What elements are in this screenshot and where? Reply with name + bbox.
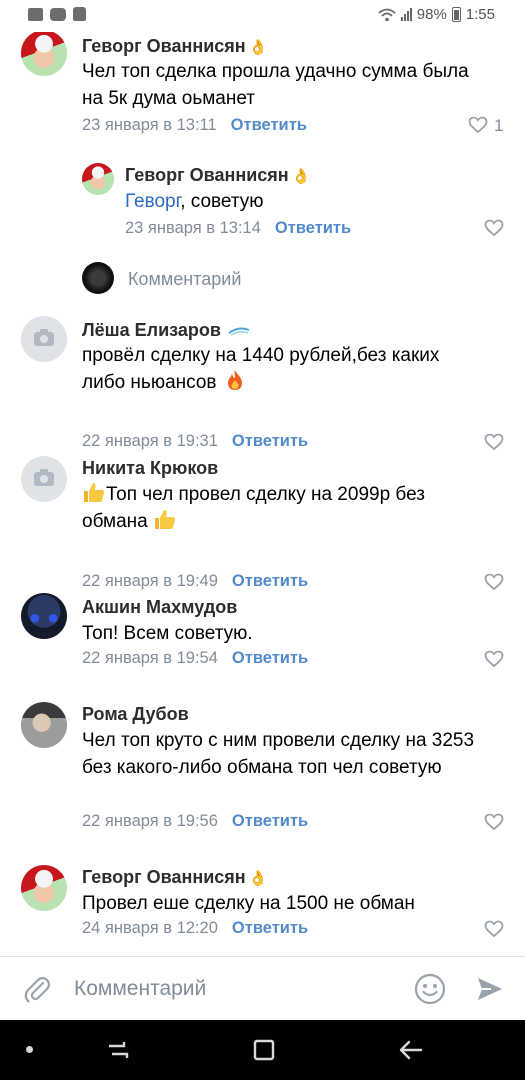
reply-button[interactable]: Ответить: [232, 649, 308, 667]
comment-text: Чел топ круто с ним провели сделку на 32…: [82, 730, 475, 778]
ok-hand-emoji: 👌: [248, 870, 268, 887]
reply-button[interactable]: Ответить: [232, 432, 308, 450]
author-name[interactable]: Рома Дубов: [82, 704, 189, 725]
comment-date: 22 января в 19:56: [82, 812, 218, 830]
comment-item: Рома Дубов Чел топ круто с ним провели с…: [0, 702, 525, 842]
comment-item: Геворг Ованнисян 👌 Чел топ сделка прошла …: [0, 32, 525, 152]
system-navigation-bar: [0, 1020, 525, 1080]
youtube-icon: [50, 7, 66, 21]
comment-text-body: провёл сделку на 1440 рублей,без каких л…: [82, 345, 440, 393]
avatar[interactable]: [21, 865, 67, 911]
avatar[interactable]: [82, 163, 114, 195]
nav-dot-icon[interactable]: [26, 1046, 33, 1053]
reply-button[interactable]: Ответить: [232, 919, 308, 937]
like-icon[interactable]: [484, 813, 504, 831]
avatar[interactable]: [21, 702, 67, 748]
recent-apps-icon[interactable]: [104, 1036, 132, 1064]
comment-text: Провел еше сделку на 1500 не обман: [82, 893, 415, 914]
like-icon[interactable]: [484, 920, 504, 938]
comment-date: 22 января в 19:31: [82, 432, 218, 450]
comment-text: Топ чел провел сделку на 2099р без обман…: [82, 481, 482, 535]
system-indicators: 98% 1:55: [378, 6, 495, 23]
like-icon[interactable]: [484, 650, 504, 668]
reply-button[interactable]: Ответить: [231, 116, 307, 134]
comment-meta: 22 января в 19:54 Ответить: [82, 649, 308, 668]
like-icon[interactable]: [468, 116, 488, 134]
my-avatar: [82, 262, 114, 294]
comment-text-body: Топ чел провел сделку на 2099р без обман…: [82, 484, 425, 532]
camera-icon: [34, 469, 54, 486]
shopping-bag-icon: [73, 7, 86, 21]
surfboard-emoji: [228, 327, 250, 336]
comment-composer: Комментарий: [0, 956, 525, 1020]
comment-meta: 22 января в 19:56 Ответить: [82, 812, 308, 831]
author-name[interactable]: Геворг Ованнисян 👌: [125, 165, 310, 186]
comment-meta: 23 января в 13:14 Ответить: [125, 219, 351, 238]
reply-button[interactable]: Ответить: [232, 572, 308, 590]
clock: 1:55: [465, 6, 495, 23]
avatar[interactable]: [21, 456, 67, 502]
avatar[interactable]: [21, 316, 67, 362]
comment-input[interactable]: Комментарий: [74, 977, 206, 1001]
reply-input-row[interactable]: Комментарий: [0, 260, 525, 304]
camera-icon: [34, 329, 54, 346]
author-name[interactable]: Геворг Ованнисян 👌: [82, 867, 267, 888]
status-bar: 98% 1:55: [0, 0, 525, 32]
comment-item: Лёша Елизаров провёл сделку на 1440 рубл…: [0, 314, 525, 451]
thumbs-up-emoji: [84, 483, 105, 502]
thumbs-up-emoji: [155, 510, 176, 529]
author-name[interactable]: Акшин Махмудов: [82, 597, 237, 618]
comment-meta: 22 января в 19:49 Ответить: [82, 572, 308, 591]
author-name-text: Геворг Ованнисян: [125, 165, 289, 185]
comment-item: Никита Крюков Топ чел провел сделку на 2…: [0, 454, 525, 591]
reply-button[interactable]: Ответить: [232, 812, 308, 830]
emoji-icon[interactable]: [414, 973, 446, 1005]
comment-text: Топ! Всем советую.: [82, 623, 253, 644]
author-name-text: Лёша Елизаров: [82, 320, 221, 340]
comment-date: 22 января в 19:54: [82, 649, 218, 667]
paperclip-icon[interactable]: [23, 974, 51, 1004]
comments-list[interactable]: Геворг Ованнисян 👌 Чел топ сделка прошла …: [0, 32, 525, 956]
comment-text: Чел топ сделка прошла удачно сумма была …: [82, 61, 469, 109]
comment-text: Геворг, советую: [125, 188, 485, 215]
comment-date: 23 января в 13:11: [82, 116, 217, 134]
comment-date: 24 января в 12:20: [82, 919, 218, 937]
like-icon[interactable]: [484, 573, 504, 591]
battery-percent: 98%: [416, 6, 447, 23]
wifi-icon: [378, 8, 396, 21]
like-icon[interactable]: [484, 433, 504, 451]
author-name[interactable]: Лёша Елизаров: [82, 320, 250, 341]
comment-text-body: , советую: [180, 191, 264, 212]
comment-item: Акшин Махмудов Топ! Всем советую. 22 янв…: [0, 593, 525, 683]
ok-hand-emoji: 👌: [291, 168, 311, 185]
comment-date: 22 января в 19:49: [82, 572, 218, 590]
comment-date: 23 января в 13:14: [125, 219, 261, 237]
comment-item: Геворг Ованнисян 👌 Провел еше сделку на 1…: [0, 865, 525, 955]
like-count: 1: [494, 116, 504, 135]
author-name[interactable]: Геворг Ованнисян 👌: [82, 36, 267, 57]
avatar[interactable]: [21, 32, 67, 76]
author-name-text: Геворг Ованнисян: [82, 867, 246, 887]
reply-input[interactable]: Комментарий: [128, 269, 241, 290]
reply-comment-item: Геворг Ованнисян 👌 Геворг, советую 23 янв…: [0, 160, 525, 250]
back-icon[interactable]: [397, 1036, 425, 1064]
send-icon[interactable]: [475, 974, 505, 1004]
comment-meta: 23 января в 13:11 Ответить: [82, 116, 307, 135]
comment-meta: 22 января в 19:31 Ответить: [82, 432, 308, 451]
notification-icons: [28, 7, 86, 21]
fire-emoji: [227, 370, 242, 390]
author-name-text: Геворг Ованнисян: [82, 36, 246, 56]
signal-icon: [400, 8, 412, 21]
gallery-icon: [28, 7, 43, 21]
mention-link[interactable]: Геворг: [125, 191, 180, 212]
reply-button[interactable]: Ответить: [275, 219, 351, 237]
battery-icon: [451, 7, 461, 22]
like-icon[interactable]: [484, 219, 504, 237]
ok-hand-emoji: 👌: [248, 39, 268, 56]
comment-text: провёл сделку на 1440 рублей,без каких л…: [82, 342, 482, 396]
home-icon[interactable]: [250, 1036, 278, 1064]
avatar[interactable]: [21, 593, 67, 639]
author-name[interactable]: Никита Крюков: [82, 458, 218, 479]
comment-meta: 24 января в 12:20 Ответить: [82, 919, 308, 938]
